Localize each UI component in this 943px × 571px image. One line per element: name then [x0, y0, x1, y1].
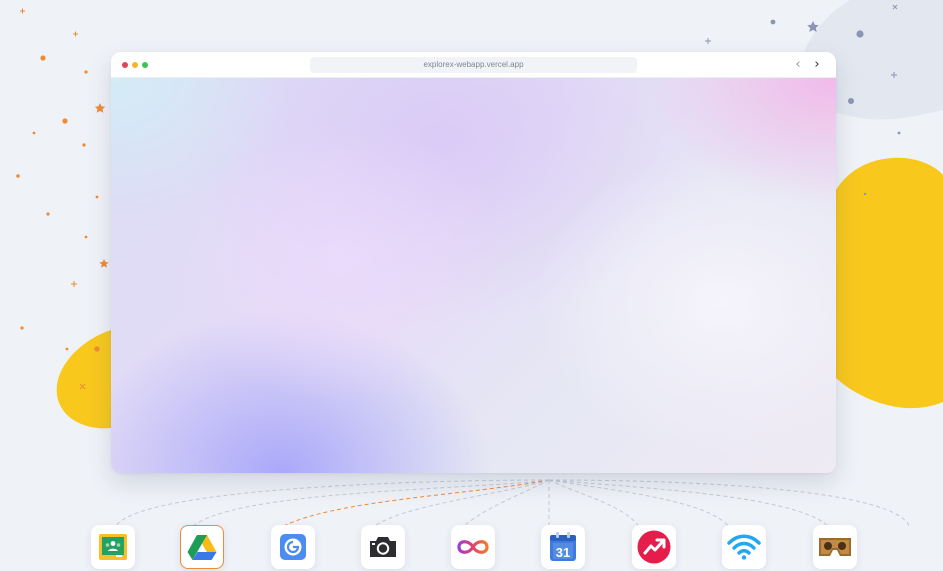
camera-icon	[370, 537, 396, 557]
browser-title-bar: explorex-webapp.vercel.app ‹ ›	[111, 52, 836, 78]
forward-chevron-icon[interactable]: ›	[810, 57, 824, 73]
dock-item-classroom[interactable]	[91, 525, 135, 569]
dock-item-translate[interactable]	[271, 525, 315, 569]
maximize-window-dot[interactable]	[142, 62, 148, 68]
drive-icon	[187, 535, 217, 560]
close-window-dot[interactable]	[122, 62, 128, 68]
address-bar[interactable]: explorex-webapp.vercel.app	[310, 57, 637, 73]
calendar-icon: 31	[550, 532, 576, 561]
trending-up-icon	[637, 530, 671, 564]
dock-item-infinity[interactable]	[451, 525, 495, 569]
browser-viewport	[111, 78, 836, 473]
vr-headset-icon	[819, 538, 851, 556]
dock-item-wifi[interactable]	[722, 525, 766, 569]
calendar-day-label: 31	[556, 545, 570, 560]
yellow-blob-right	[836, 157, 943, 409]
back-chevron-icon[interactable]: ‹	[791, 57, 805, 73]
infinity-icon	[457, 540, 489, 554]
dock-item-cardboard[interactable]	[813, 525, 857, 569]
dock-item-trending[interactable]	[632, 525, 676, 569]
g-letter-icon	[280, 534, 306, 560]
dock-item-camera[interactable]	[361, 525, 405, 569]
dock-item-drive[interactable]	[180, 525, 224, 569]
confetti-left	[16, 55, 109, 352]
minimize-window-dot[interactable]	[132, 62, 138, 68]
plus-marks-left	[20, 8, 86, 390]
connector-lines	[114, 479, 911, 529]
yellow-blob-left	[56, 330, 111, 429]
classroom-icon	[99, 534, 127, 560]
browser-window: explorex-webapp.vercel.app ‹ ›	[111, 52, 836, 473]
wifi-icon	[727, 534, 761, 560]
dock-item-calendar[interactable]: 31	[541, 525, 585, 569]
